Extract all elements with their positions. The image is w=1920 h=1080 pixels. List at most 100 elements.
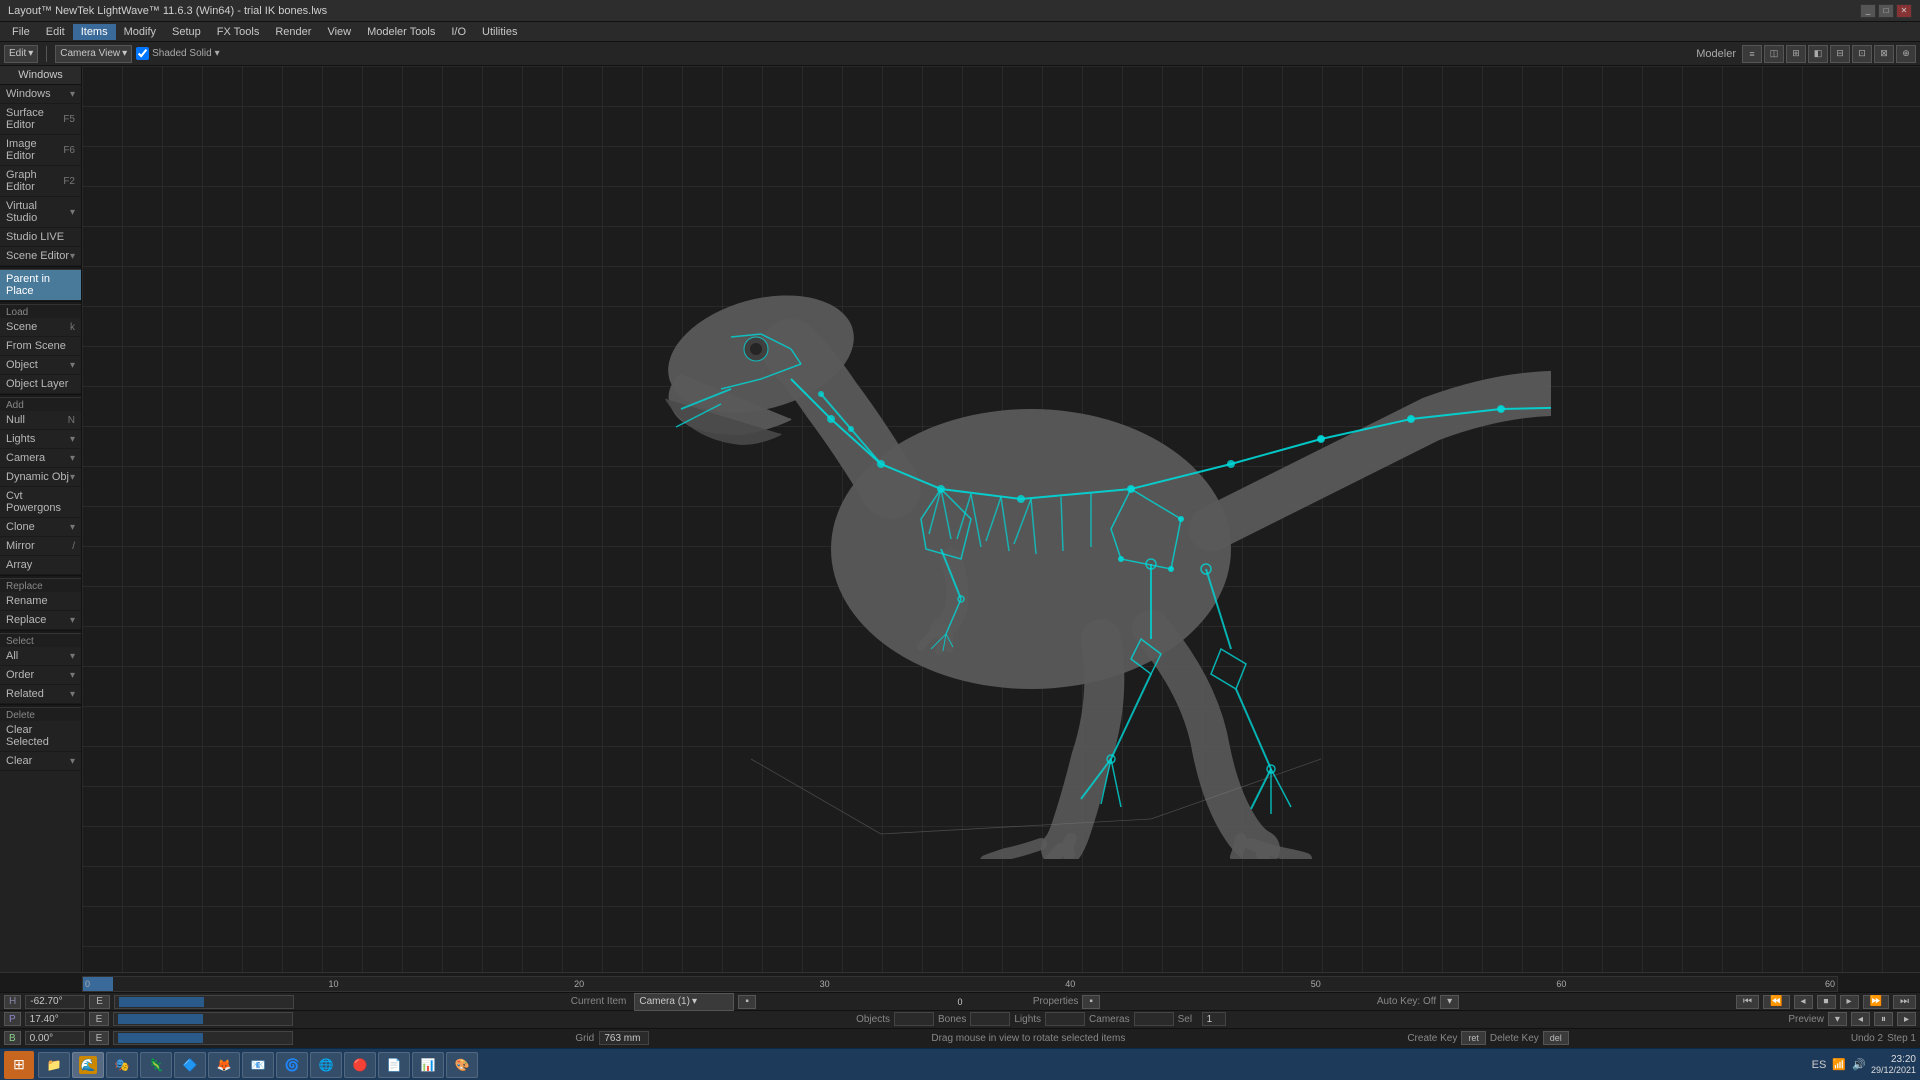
sidebar-btn-clone[interactable]: Clone ▾ [0,518,81,537]
menu-modify[interactable]: Modify [116,24,164,40]
sidebar-btn-related[interactable]: Related ▾ [0,685,81,704]
sidebar-btn-object-layer[interactable]: Object Layer [0,375,81,394]
taskbar-app-explorer[interactable]: 📁 [38,1052,70,1078]
rtb-btn-2[interactable]: ◫ [1764,45,1784,63]
taskbar-app-chrome[interactable]: 🌐 [310,1052,342,1078]
menu-modelertools[interactable]: Modeler Tools [359,24,443,40]
taskbar-app-app5[interactable]: 🌀 [276,1052,308,1078]
b-slider[interactable] [113,1031,293,1045]
menu-setup[interactable]: Setup [164,24,209,40]
b-e-btn[interactable]: E [89,1031,110,1045]
sidebar-btn-image-editor[interactable]: Image Editor F6 [0,135,81,166]
menu-edit[interactable]: Edit [38,24,73,40]
sidebar-btn-null[interactable]: Null N [0,411,81,430]
taskbar-app-app4[interactable]: 📧 [242,1052,274,1078]
taskbar-app-app7[interactable]: 📊 [412,1052,444,1078]
taskbar-app-app3[interactable]: 🔷 [174,1052,206,1078]
sidebar-btn-object[interactable]: Object ▾ [0,356,81,375]
taskbar-app-lightwave[interactable]: 🌊 [72,1052,104,1078]
transport-next[interactable]: ⏩ [1863,995,1889,1009]
camera-view-dropdown[interactable]: Camera View ▾ [55,45,132,63]
current-item-dropdown[interactable]: Camera (1) ▾ [634,993,734,1011]
sidebar-btn-dynamic-obj[interactable]: Dynamic Obj ▾ [0,468,81,487]
taskbar-app-app2[interactable]: 🦎 [140,1052,172,1078]
p-slider[interactable] [113,1012,293,1026]
transport-prev-frame[interactable]: ◂ [1794,995,1813,1009]
sidebar-btn-all[interactable]: All ▾ [0,647,81,666]
timeline[interactable]: 0 10 20 30 40 50 60 60 [0,972,1920,992]
menu-render[interactable]: Render [267,24,319,40]
rtb-btn-1[interactable]: ≡ [1742,45,1762,63]
menu-io[interactable]: I/O [443,24,474,40]
sidebar-btn-array[interactable]: Array [0,556,81,575]
viewport[interactable] [82,66,1920,972]
maximize-button[interactable]: □ [1878,4,1894,18]
taskbar-app-app8[interactable]: 🎨 [446,1052,478,1078]
transport-start[interactable]: ⏮ [1736,995,1759,1009]
current-item-label: Current Item [571,996,627,1007]
create-key-shortcut[interactable]: ret [1461,1031,1486,1045]
sidebar-btn-cvt-powergons[interactable]: Cvt Powergons [0,487,81,518]
taskbar-app-app1[interactable]: 🎭 [106,1052,138,1078]
h-e-btn[interactable]: E [89,995,110,1009]
sidebar-btn-clear[interactable]: Clear ▾ [0,752,81,771]
rtb-btn-3[interactable]: ⊞ [1786,45,1806,63]
rtb-btn-6[interactable]: ⊡ [1852,45,1872,63]
rtb-btn-5[interactable]: ⊟ [1830,45,1850,63]
rtb-btn-7[interactable]: ⊠ [1874,45,1894,63]
delete-key-shortcut[interactable]: del [1543,1031,1569,1045]
preview-btn-3[interactable]: ▸ [1897,1012,1916,1026]
sidebar-btn-studio-live[interactable]: Studio LIVE [0,228,81,247]
systray-lang[interactable]: ES [1811,1057,1827,1073]
menu-view[interactable]: View [319,24,359,40]
sidebar-btn-replace[interactable]: Replace ▾ [0,611,81,630]
rtb-btn-4[interactable]: ◧ [1808,45,1828,63]
systray-icon1[interactable]: 📶 [1831,1057,1847,1073]
rtb-btn-8[interactable]: ⊕ [1896,45,1916,63]
start-button[interactable]: ⊞ [4,1051,34,1079]
sidebar-btn-virtual-studio[interactable]: Virtual Studio ▾ [0,197,81,228]
close-button[interactable]: ✕ [1896,4,1912,18]
sidebar-btn-clear-selected[interactable]: Clear Selected [0,721,81,752]
objects-field[interactable] [894,1012,934,1026]
sidebar-btn-scene-editor[interactable]: Scene Editor ▾ [0,247,81,266]
preview-btn-1[interactable]: ◂ [1851,1012,1870,1026]
transport-prev[interactable]: ⏪ [1763,995,1789,1009]
properties-btn[interactable]: ▪ [1082,995,1100,1009]
minimize-button[interactable]: _ [1860,4,1876,18]
shading-checkbox[interactable]: Shaded Solid ▾ [136,47,220,60]
transport-stop[interactable]: ⏹ [1817,995,1836,1009]
preview-btn-2[interactable]: ⏸ [1874,1012,1893,1026]
auto-key-dropdown[interactable]: ▾ [1440,995,1459,1009]
sidebar-btn-mirror[interactable]: Mirror / [0,537,81,556]
edit-dropdown[interactable]: Edit ▾ [4,45,38,63]
lights-field[interactable] [1045,1012,1085,1026]
systray-icon2[interactable]: 🔊 [1851,1057,1867,1073]
menu-fxtools[interactable]: FX Tools [209,24,268,40]
sidebar-btn-from-scene[interactable]: From Scene [0,337,81,356]
taskbar-clock[interactable]: 23:20 29/12/2021 [1871,1054,1916,1075]
transport-end[interactable]: ⏭ [1893,995,1916,1009]
transport-next-frame[interactable]: ▸ [1840,995,1859,1009]
bones-field[interactable] [970,1012,1010,1026]
cameras-field[interactable] [1134,1012,1174,1026]
sidebar-btn-surface-editor[interactable]: Surface Editor F5 [0,104,81,135]
taskbar-app-pdf[interactable]: 📄 [378,1052,410,1078]
sidebar-btn-graph-editor[interactable]: Graph Editor F2 [0,166,81,197]
preview-dropdown[interactable]: ▾ [1828,1012,1847,1026]
h-slider[interactable]: 0 [114,995,294,1009]
sidebar-btn-scene[interactable]: Scene k [0,318,81,337]
taskbar-app-app6[interactable]: 🔴 [344,1052,376,1078]
sidebar-btn-parent-in-place[interactable]: Parent in Place [0,270,81,301]
menu-file[interactable]: File [4,24,38,40]
sidebar-btn-camera[interactable]: Camera ▾ [0,449,81,468]
taskbar-app-firefox[interactable]: 🦊 [208,1052,240,1078]
menu-utilities[interactable]: Utilities [474,24,525,40]
sidebar-btn-order[interactable]: Order ▾ [0,666,81,685]
p-e-btn[interactable]: E [89,1012,110,1026]
sidebar-btn-lights[interactable]: Lights ▾ [0,430,81,449]
sidebar-btn-windows-arrow[interactable]: Windows ▾ [0,85,81,104]
current-item-prop[interactable]: ▪ [738,995,756,1009]
menu-items[interactable]: Items [73,24,116,40]
sidebar-btn-rename[interactable]: Rename [0,592,81,611]
